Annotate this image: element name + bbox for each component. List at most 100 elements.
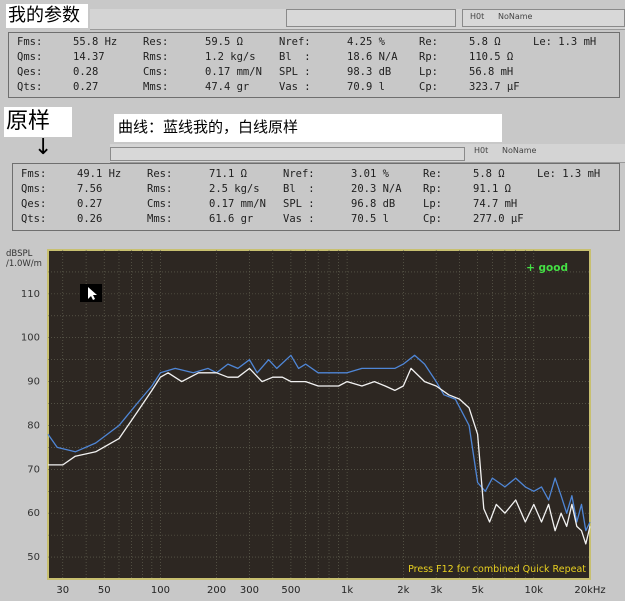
top-h0t-label: H0t [470, 12, 485, 21]
frequency-response-chart: 50 60 70 80 90 100 110 dBSPL/1.0W/m 30 50 100 200 30… [0, 244, 625, 597]
param-cell: Fms: [21, 168, 47, 180]
plot-area [47, 249, 591, 580]
param-cell: Rp: [419, 51, 438, 63]
x-tick-label: 200 [207, 585, 226, 596]
top-name-field[interactable] [286, 9, 456, 27]
top-noname-label: NoName [498, 12, 533, 21]
param-cell: Vas : [283, 213, 315, 225]
param-cell: Qts: [17, 81, 43, 93]
x-tick-label: 100 [151, 585, 170, 596]
param-cell: Re: [423, 168, 442, 180]
y-tick-label: 100 [21, 333, 40, 344]
param-cell: Lp: [423, 198, 442, 210]
param-cell: 5.8 Ω [473, 168, 505, 180]
param-cell: 110.5 Ω [469, 51, 514, 63]
top-panel-row-4: Qts: 0.27 Mms: 47.4 gr Vas : 70.9 l Cp: 323.7 µ… [9, 81, 619, 96]
top-name-field-right[interactable] [462, 9, 625, 27]
param-cell: 0.27 [77, 198, 103, 210]
param-cell: 47.4 gr [205, 81, 250, 93]
param-cell: 2.5 kg/s [209, 183, 260, 195]
x-tick-label: 20kHz [574, 585, 605, 596]
x-tick-label: 2k [397, 585, 409, 596]
param-cell: 74.7 mH [473, 198, 518, 210]
param-cell: 7.56 [77, 183, 103, 195]
param-cell: 0.17 mm/N [205, 66, 262, 78]
x-tick-label: 50 [98, 585, 111, 596]
param-cell: SPL : [279, 66, 311, 78]
param-cell: 18.6 N/A [347, 51, 398, 63]
param-cell: Qts: [21, 213, 47, 225]
param-cell: 323.7 µF [469, 81, 520, 93]
param-cell: Cms: [147, 198, 173, 210]
param-cell: Qes: [21, 198, 47, 210]
curve-caption: 曲线：蓝线我的，白线原样 [114, 114, 502, 142]
x-tick-label: 500 [281, 585, 300, 596]
bottom-name-field[interactable] [110, 147, 465, 161]
param-cell: Lp: [419, 66, 438, 78]
down-arrow-icon: ↓ [34, 135, 53, 160]
bottom-noname-label: NoName [502, 146, 537, 155]
footer-note: Press F12 for combined Quick Repeat [408, 564, 586, 575]
param-cell: 3.01 % [351, 168, 389, 180]
top-label: 我的参数 [6, 4, 88, 28]
top-parameters-panel: Fms: 55.8 Hz Res: 59.5 Ω Nref: 4.25 % Re: 5.8 Ω… [8, 32, 620, 98]
param-cell: 56.8 mH [469, 66, 514, 78]
bottom-h0t-label: H0t [474, 146, 489, 155]
param-cell: Res: [147, 168, 173, 180]
param-cell: 20.3 N/A [351, 183, 402, 195]
x-tick-label: 3k [430, 585, 442, 596]
top-panel-row-2: Qms: 14.37 Rms: 1.2 kg/s Bl : 18.6 N/A Rp: 110.… [9, 51, 619, 66]
param-cell: Qms: [17, 51, 43, 63]
param-cell: Le: 1.3 mH [533, 36, 597, 48]
y-tick-label: 90 [27, 377, 40, 388]
good-annotation: + good [526, 262, 568, 274]
param-cell: 0.28 [73, 66, 99, 78]
param-cell: 5.8 Ω [469, 36, 501, 48]
bottom-parameters-panel: Fms: 49.1 Hz Res: 71.1 Ω Nref: 3.01 % Re: 5.8 Ω… [12, 163, 620, 231]
param-cell: 71.1 Ω [209, 168, 247, 180]
param-cell: Nref: [283, 168, 315, 180]
top-panel-row-3: Qes: 0.28 Cms: 0.17 mm/N SPL : 98.3 dB Lp: 56.8… [9, 66, 619, 81]
param-cell: 4.25 % [347, 36, 385, 48]
top-panel-row-1: Fms: 55.8 Hz Res: 59.5 Ω Nref: 4.25 % Re: 5.8 Ω… [9, 36, 619, 51]
bottom-panel-row-1: Fms: 49.1 Hz Res: 71.1 Ω Nref: 3.01 % Re: 5.8 Ω… [13, 168, 619, 183]
y-tick-label: 110 [21, 289, 40, 300]
param-cell: Rms: [143, 51, 169, 63]
x-tick-label: 5k [472, 585, 484, 596]
cursor-icon [80, 284, 102, 302]
y-tick-label: 50 [27, 552, 40, 563]
param-cell: SPL : [283, 198, 315, 210]
param-cell: Rms: [147, 183, 173, 195]
param-cell: 61.6 gr [209, 213, 254, 225]
param-cell: Vas : [279, 81, 311, 93]
y-tick-label: 70 [27, 464, 40, 475]
param-cell: 277.0 µF [473, 213, 524, 225]
x-tick-label: 300 [240, 585, 259, 596]
param-cell: 0.26 [77, 213, 103, 225]
param-cell: 55.8 Hz [73, 36, 118, 48]
param-cell: Rp: [423, 183, 442, 195]
param-cell: Le: 1.3 mH [537, 168, 601, 180]
param-cell: Cp: [423, 213, 442, 225]
param-cell: 70.9 l [347, 81, 385, 93]
original-label: 原样 [4, 107, 72, 137]
param-cell: Re: [419, 36, 438, 48]
bottom-panel-row-2: Qms: 7.56 Rms: 2.5 kg/s Bl : 20.3 N/A Rp: 91.1 … [13, 183, 619, 198]
param-cell: Mms: [143, 81, 169, 93]
param-cell: Fms: [17, 36, 43, 48]
y-axis-label: /1.0W/m [6, 259, 42, 269]
bottom-panel-row-3: Qes: 0.27 Cms: 0.17 mm/N SPL : 96.8 dB Lp: 74.7… [13, 198, 619, 213]
param-cell: Nref: [279, 36, 311, 48]
param-cell: 14.37 [73, 51, 105, 63]
x-tick-label: 30 [56, 585, 69, 596]
param-cell: Mms: [147, 213, 173, 225]
param-cell: 91.1 Ω [473, 183, 511, 195]
x-tick-label: 1k [341, 585, 353, 596]
param-cell: Cms: [143, 66, 169, 78]
param-cell: Res: [143, 36, 169, 48]
y-axis-label: dBSPL [6, 249, 33, 259]
y-tick-label: 80 [27, 420, 40, 431]
x-tick-label: 10k [525, 585, 544, 596]
param-cell: 59.5 Ω [205, 36, 243, 48]
param-cell: Bl : [283, 183, 315, 195]
